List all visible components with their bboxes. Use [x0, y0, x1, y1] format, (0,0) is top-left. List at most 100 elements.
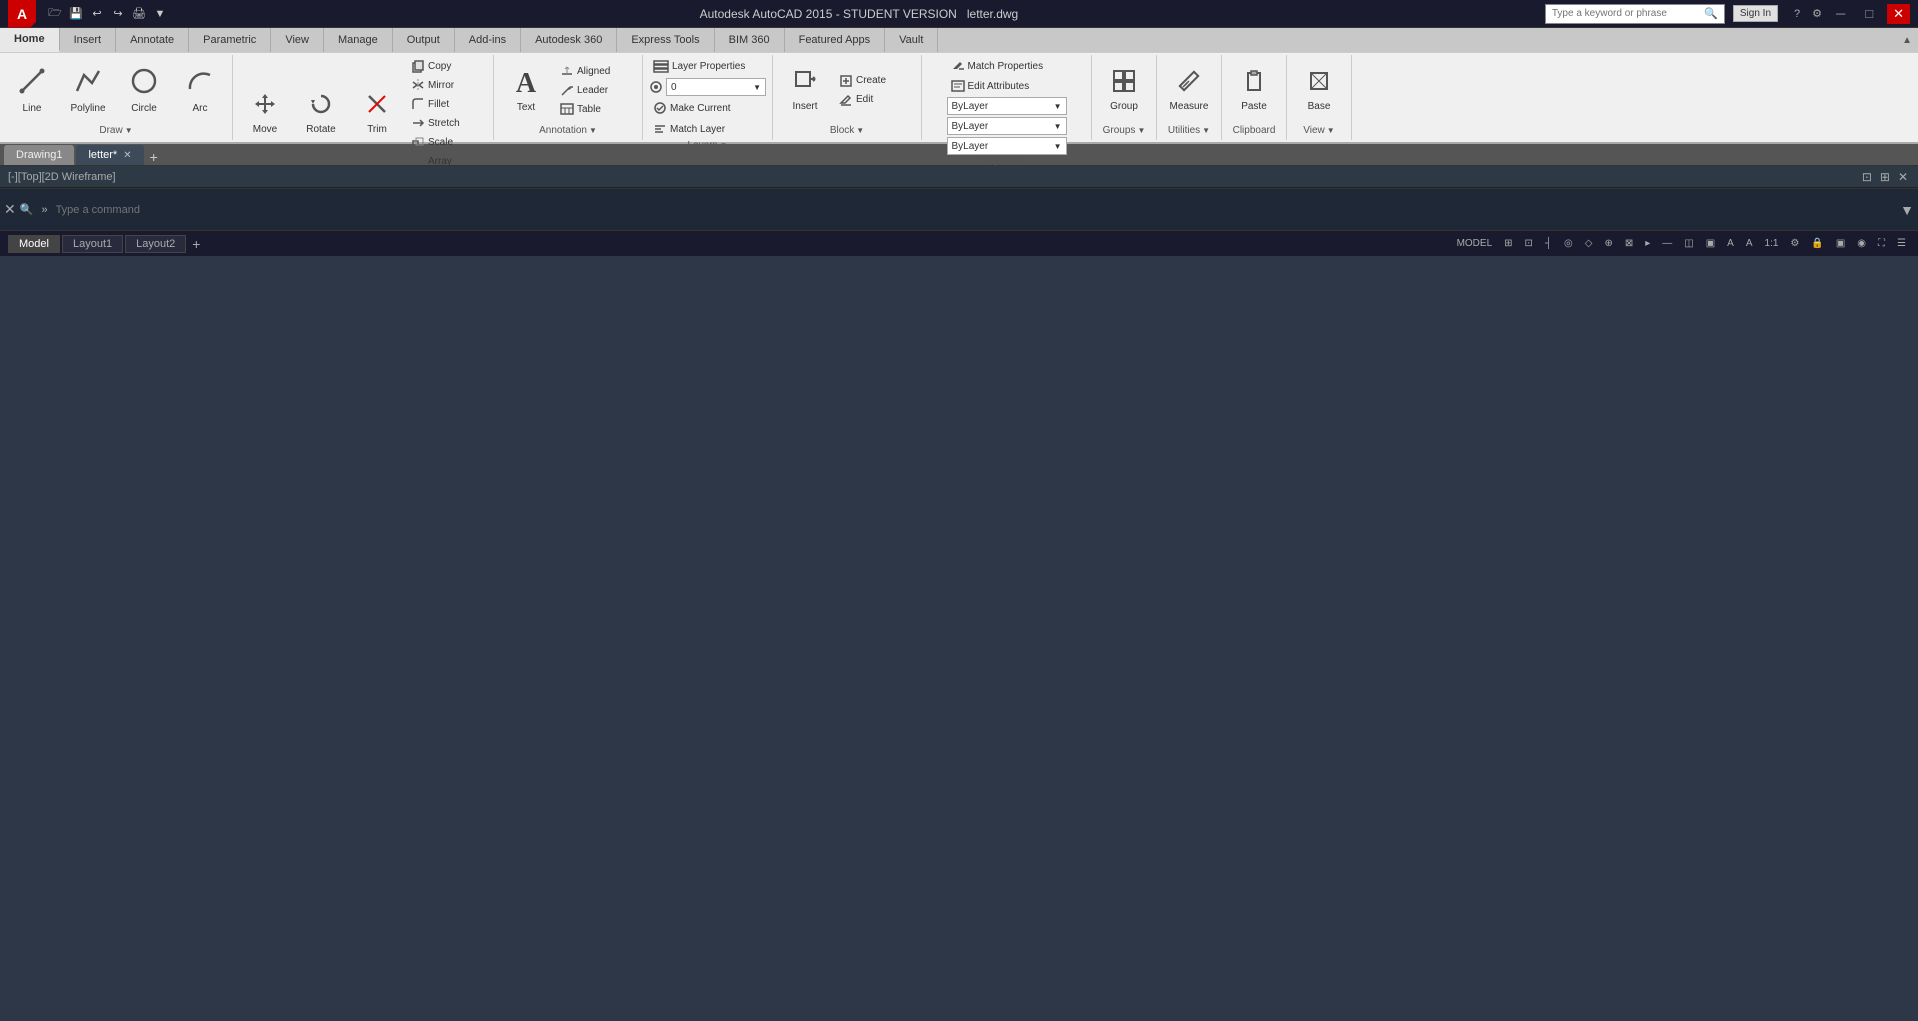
layout-tab-layout2[interactable]: Layout2: [125, 235, 186, 253]
qa-redo[interactable]: ↪: [109, 5, 127, 23]
tool-line[interactable]: Line: [6, 60, 58, 120]
vp-close[interactable]: ✕: [1896, 168, 1910, 186]
groups-dropdown-arrow[interactable]: ▼: [1137, 126, 1145, 135]
status-dyn[interactable]: ▸: [1641, 236, 1654, 251]
qa-undo[interactable]: ↩: [88, 5, 106, 23]
cmd-input[interactable]: [56, 204, 1897, 216]
status-ws[interactable]: ⚙: [1786, 236, 1803, 251]
search-input[interactable]: [1552, 8, 1704, 19]
tool-arc[interactable]: Arc: [174, 60, 226, 120]
tab-expresstools[interactable]: Express Tools: [617, 28, 714, 52]
tab-autodesk360[interactable]: Autodesk 360: [521, 28, 617, 52]
tool-copy[interactable]: Copy: [407, 57, 487, 75]
doc-tab-add[interactable]: +: [146, 149, 162, 165]
tool-trim[interactable]: Trim: [351, 84, 403, 144]
status-isolate[interactable]: ◉: [1853, 236, 1870, 251]
tool-text[interactable]: A Text: [500, 60, 552, 120]
status-fullscreen[interactable]: ⛶: [1874, 236, 1889, 251]
settings-icon[interactable]: ⚙: [1812, 7, 1822, 20]
layer-dropdown[interactable]: 0 ▼: [666, 78, 766, 96]
doc-tab-letter[interactable]: letter* ✕: [76, 145, 143, 165]
tool-insert[interactable]: Insert: [779, 60, 831, 120]
status-scale[interactable]: 1:1: [1761, 236, 1783, 251]
color-dropdown[interactable]: ByLayer ▼: [947, 97, 1067, 115]
block-dropdown-arrow[interactable]: ▼: [856, 126, 864, 135]
window-restore[interactable]: □: [1859, 4, 1879, 23]
status-lock[interactable]: 🔒: [1807, 236, 1827, 251]
tab-vault[interactable]: Vault: [885, 28, 938, 52]
tab-addins[interactable]: Add-ins: [455, 28, 521, 52]
qa-print[interactable]: 🖨: [130, 5, 148, 23]
tool-mirror[interactable]: Mirror: [407, 76, 487, 94]
tool-fillet[interactable]: Fillet: [407, 95, 487, 113]
tool-edit-attributes[interactable]: Edit Attributes: [947, 77, 1034, 95]
doc-tab-drawing1[interactable]: Drawing1: [4, 145, 74, 165]
status-otrack[interactable]: ⊕: [1600, 236, 1616, 251]
status-ortho[interactable]: ┤: [1541, 236, 1556, 251]
tool-make-current[interactable]: Make Current: [649, 99, 735, 117]
help-icon[interactable]: ?: [1794, 8, 1800, 20]
qa-save[interactable]: 💾: [67, 5, 85, 23]
tool-base[interactable]: Base: [1293, 60, 1345, 120]
tool-scale[interactable]: Scale: [407, 133, 487, 151]
tool-layer-properties[interactable]: Layer Properties: [649, 57, 749, 75]
tool-match-layer[interactable]: Match Layer: [649, 120, 729, 138]
utilities-dropdown-arrow[interactable]: ▼: [1202, 126, 1210, 135]
tool-move[interactable]: Move: [239, 84, 291, 144]
tool-leader[interactable]: Leader: [556, 81, 636, 99]
tab-bim360[interactable]: BIM 360: [715, 28, 785, 52]
doc-tab-letter-close[interactable]: ✕: [123, 150, 131, 161]
cmd-close-button[interactable]: ✕: [4, 201, 16, 218]
tab-view[interactable]: View: [271, 28, 324, 52]
status-transparency[interactable]: ◫: [1680, 236, 1697, 251]
cmd-search-icon[interactable]: 🔍: [20, 203, 34, 216]
tab-parametric[interactable]: Parametric: [189, 28, 271, 52]
tool-stretch[interactable]: Stretch: [407, 114, 487, 132]
status-model[interactable]: MODEL: [1453, 236, 1497, 251]
window-close[interactable]: ✕: [1887, 4, 1910, 24]
lineweight-dropdown[interactable]: ByLayer ▼: [947, 137, 1067, 155]
qa-dropdown[interactable]: ▼: [151, 5, 169, 23]
vp-restore[interactable]: ⊡: [1860, 168, 1874, 186]
draw-dropdown-arrow[interactable]: ▼: [125, 126, 133, 135]
tab-featuredapps[interactable]: Featured Apps: [785, 28, 886, 52]
sign-in-button[interactable]: Sign In: [1733, 5, 1778, 22]
status-snap[interactable]: ⊡: [1521, 236, 1537, 251]
linetype-dropdown[interactable]: ByLayer ▼: [947, 117, 1067, 135]
status-customize[interactable]: ☰: [1893, 236, 1910, 251]
qa-open[interactable]: 🗁: [46, 5, 64, 23]
tool-match-properties[interactable]: Match Properties: [947, 57, 1048, 75]
layers-dropdown-arrow[interactable]: ▼: [720, 141, 728, 150]
window-minimize[interactable]: ─: [1830, 4, 1851, 23]
annotation-dropdown-arrow[interactable]: ▼: [589, 126, 597, 135]
status-polar[interactable]: ◎: [1560, 236, 1577, 251]
status-grid[interactable]: ⊞: [1500, 236, 1516, 251]
status-hardware[interactable]: ▣: [1832, 236, 1849, 251]
status-ducs[interactable]: ⊠: [1621, 236, 1637, 251]
tool-circle[interactable]: Circle: [118, 60, 170, 120]
tab-annotate[interactable]: Annotate: [116, 28, 189, 52]
tool-measure[interactable]: Measure: [1163, 60, 1215, 120]
status-anno-vis[interactable]: A: [1742, 236, 1757, 251]
status-sel[interactable]: ▣: [1702, 236, 1719, 251]
tool-paste[interactable]: Paste: [1228, 60, 1280, 120]
tab-home[interactable]: Home: [0, 28, 60, 52]
layout-tab-model[interactable]: Model: [8, 235, 60, 253]
status-anno[interactable]: A: [1723, 236, 1738, 251]
tool-rotate[interactable]: Rotate: [295, 84, 347, 144]
tool-aligned[interactable]: Aligned: [556, 62, 636, 80]
layout-tab-layout1[interactable]: Layout1: [62, 235, 123, 253]
info-search-bar[interactable]: 🔍: [1545, 4, 1725, 24]
tool-polyline[interactable]: Polyline: [62, 60, 114, 120]
status-osnap[interactable]: ◇: [1581, 236, 1597, 251]
view-dropdown-arrow[interactable]: ▼: [1327, 126, 1335, 135]
tool-create[interactable]: Create: [835, 72, 915, 90]
tab-output[interactable]: Output: [393, 28, 455, 52]
layout-tab-add[interactable]: +: [188, 236, 204, 252]
tab-insert[interactable]: Insert: [60, 28, 117, 52]
tool-edit[interactable]: Edit: [835, 91, 915, 109]
ribbon-collapse[interactable]: ▲: [1902, 35, 1912, 46]
tool-table[interactable]: Table: [556, 100, 636, 118]
vp-maximize[interactable]: ⊞: [1878, 168, 1892, 186]
cmd-expand-button[interactable]: ▼: [1900, 202, 1914, 218]
